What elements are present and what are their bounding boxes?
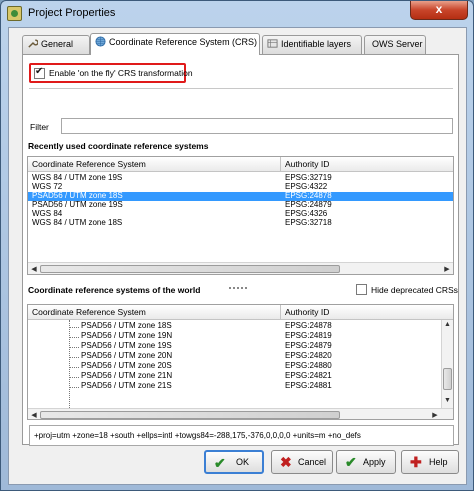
authority-id-cell: EPSG:24819 (285, 331, 332, 340)
table-row[interactable]: WGS 84 / UTM zone 18S EPSG:32718 (28, 218, 453, 228)
recent-horizontal-scrollbar[interactable]: ◀ ▶ (28, 262, 453, 274)
table-row[interactable]: PSAD56 / UTM zone 19S EPSG:24879 (28, 200, 453, 210)
world-crs-table: Coordinate Reference System Authority ID… (27, 304, 454, 420)
crs-name-cell: WGS 84 / UTM zone 18S (32, 218, 123, 227)
tab-identifiable-layers[interactable]: Identifiable layers (262, 35, 362, 54)
scrollbar-thumb[interactable] (443, 368, 452, 390)
scroll-down-arrow-icon[interactable]: ▼ (442, 397, 453, 407)
table-row[interactable]: PSAD56 / UTM zone 21N EPSG:24821 (28, 371, 453, 381)
table-row[interactable]: PSAD56 / UTM zone 21S EPSG:24881 (28, 381, 453, 391)
table-row[interactable]: WGS 84 / UTM zone 19S EPSG:32719 (28, 173, 453, 183)
world-crs-header: Coordinate Reference System Authority ID (28, 305, 453, 320)
title-bar[interactable]: Project Properties x (1, 1, 473, 27)
table-row[interactable]: PSAD56 / UTM zone 20S EPSG:24880 (28, 361, 453, 371)
authority-id-cell: EPSG:24878 (285, 321, 332, 330)
qgis-app-icon (7, 6, 22, 21)
cancel-button-label: Cancel (298, 457, 327, 467)
tab-crs-label: Coordinate Reference System (CRS) (109, 37, 258, 47)
recent-crs-header: Coordinate Reference System Authority ID (28, 157, 453, 172)
ok-button-label: OK (236, 457, 250, 467)
column-divider (280, 157, 281, 172)
column-header-crs[interactable]: Coordinate Reference System (32, 159, 146, 169)
crs-tab-panel: Enable 'on the fly' CRS transformation F… (22, 54, 459, 446)
proj4-definition-text: +proj=utm +zone=18 +south +ellps=intl +t… (34, 431, 361, 440)
otf-checkbox[interactable] (34, 66, 45, 79)
table-row[interactable]: PSAD56 / UTM zone 19S EPSG:24879 (28, 341, 453, 351)
help-button-label: Help (429, 457, 448, 467)
crs-name-cell: PSAD56 / UTM zone 18S (81, 321, 172, 330)
crs-name-cell: PSAD56 / UTM zone 21S (81, 381, 172, 390)
crs-name-cell: PSAD56 / UTM zone 19S (81, 341, 172, 350)
check-icon: ✔ (214, 455, 226, 471)
column-header-authority-id[interactable]: Authority ID (285, 159, 329, 169)
crs-name-cell: PSAD56 / UTM zone 21N (81, 371, 173, 380)
authority-id-cell: EPSG:24820 (285, 351, 332, 360)
table-row[interactable]: PSAD56 / UTM zone 19N EPSG:24819 (28, 331, 453, 341)
authority-id-cell: EPSG:32718 (285, 218, 332, 227)
scrollbar-thumb[interactable] (40, 411, 340, 419)
scroll-left-arrow-icon[interactable]: ◀ (29, 265, 39, 273)
dialog-body: General Coordinate Reference System (CRS… (8, 27, 467, 485)
table-row[interactable]: PSAD56 / UTM zone 20N EPSG:24820 (28, 351, 453, 361)
tab-general[interactable]: General (22, 35, 90, 54)
tab-ows-server[interactable]: OWS Server (364, 35, 426, 54)
apply-button[interactable]: ✔ Apply (336, 450, 396, 474)
tab-crs[interactable]: Coordinate Reference System (CRS) (90, 33, 260, 55)
proj4-definition-box[interactable]: +proj=utm +zone=18 +south +ellps=intl +t… (29, 425, 454, 446)
scroll-right-arrow-icon[interactable]: ▶ (430, 411, 440, 419)
apply-button-label: Apply (363, 457, 386, 467)
window-title: Project Properties (28, 7, 116, 19)
crs-name-cell: PSAD56 / UTM zone 19N (81, 331, 173, 340)
scroll-up-arrow-icon[interactable]: ▲ (442, 321, 453, 331)
column-header-authority-id[interactable]: Authority ID (285, 307, 329, 317)
hide-deprecated-checkbox[interactable] (356, 284, 367, 295)
authority-id-cell: EPSG:24881 (285, 381, 332, 390)
scrollbar-thumb[interactable] (40, 265, 340, 273)
splitter-handle[interactable] (229, 281, 253, 289)
layers-icon (267, 39, 278, 48)
otf-checkbox-label: Enable 'on the fly' CRS transformation (49, 68, 193, 78)
world-horizontal-scrollbar[interactable]: ◀ ▶ (28, 408, 453, 419)
authority-id-cell: EPSG:24879 (285, 341, 332, 350)
separator (29, 88, 453, 89)
column-header-crs[interactable]: Coordinate Reference System (32, 307, 146, 317)
filter-label: Filter (30, 122, 49, 132)
authority-id-cell: EPSG:24880 (285, 361, 332, 370)
authority-id-cell: EPSG:24821 (285, 371, 332, 380)
hide-deprecated-label: Hide deprecated CRSs (371, 285, 458, 295)
world-vertical-scrollbar[interactable]: ▲ ▼ (441, 320, 453, 408)
tab-identifiable-layers-label: Identifiable layers (281, 39, 352, 49)
filter-input[interactable] (61, 118, 453, 134)
project-properties-window: Project Properties x General Coordinate … (0, 0, 474, 491)
scroll-right-arrow-icon[interactable]: ▶ (442, 265, 452, 273)
tab-general-label: General (41, 39, 74, 49)
close-window-button[interactable]: x (410, 1, 468, 20)
help-icon: ✚ (410, 454, 422, 470)
recent-crs-heading: Recently used coordinate reference syste… (28, 141, 209, 151)
wrench-icon (28, 39, 38, 48)
crs-name-cell: PSAD56 / UTM zone 20S (81, 361, 172, 370)
crs-name-cell: PSAD56 / UTM zone 20N (81, 351, 173, 360)
cross-icon: ✖ (280, 454, 292, 470)
world-crs-heading: Coordinate reference systems of the worl… (28, 285, 201, 295)
cancel-button[interactable]: ✖ Cancel (271, 450, 333, 474)
help-button[interactable]: ✚ Help (401, 450, 459, 474)
globe-icon (95, 36, 106, 47)
tab-ows-server-label: OWS Server (372, 39, 423, 49)
column-divider (280, 305, 281, 320)
recent-crs-table: Coordinate Reference System Authority ID… (27, 156, 454, 275)
ok-button[interactable]: ✔ OK (204, 450, 264, 474)
check-icon: ✔ (345, 454, 357, 470)
table-row[interactable]: PSAD56 / UTM zone 18S EPSG:24878 (28, 321, 453, 331)
scroll-left-arrow-icon[interactable]: ◀ (29, 411, 39, 419)
